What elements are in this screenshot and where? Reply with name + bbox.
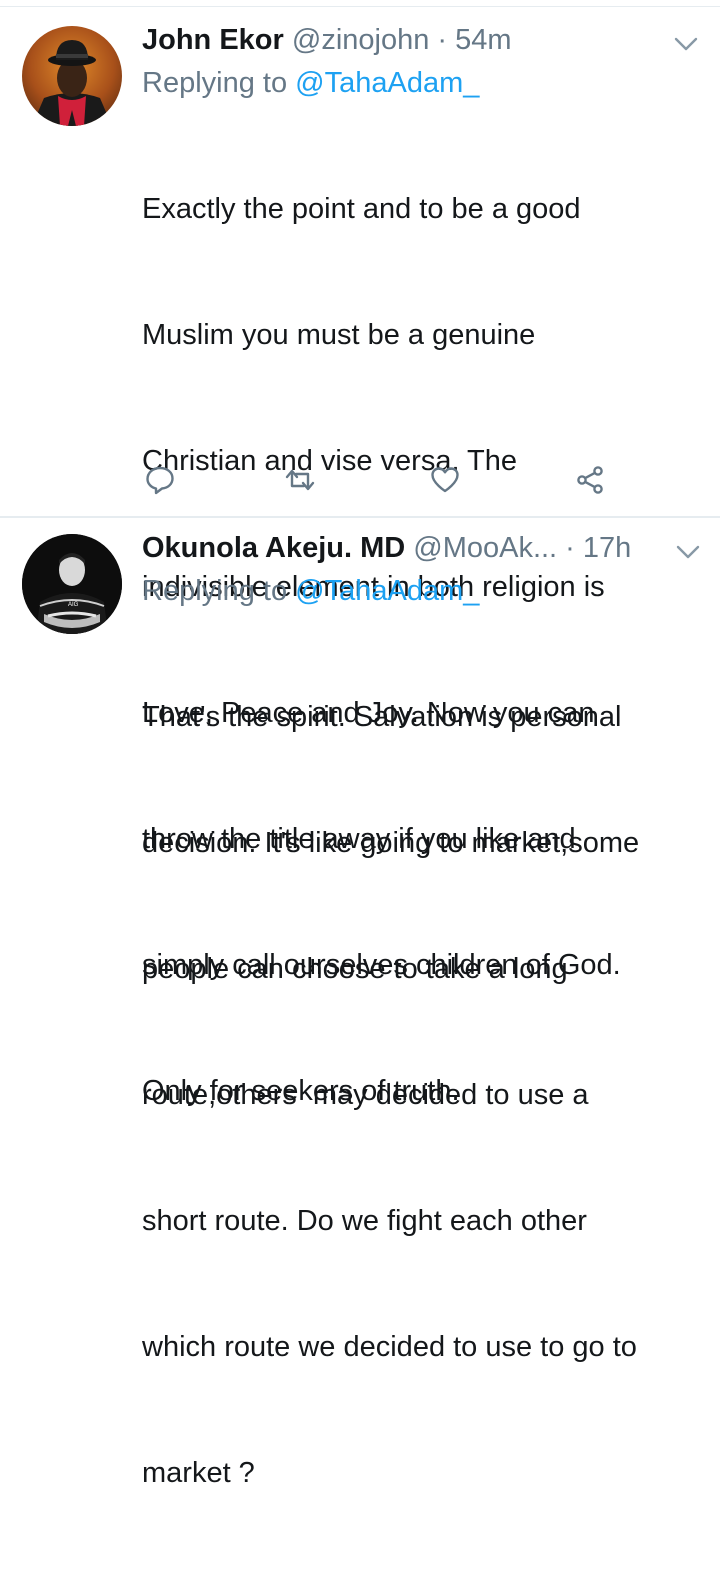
tweet-text: That's the spirit. Salvation is personal… <box>142 612 700 1578</box>
like-button[interactable] <box>427 462 463 498</box>
text-line: That's the spirit. Salvation is personal <box>142 701 622 733</box>
mention-link[interactable]: @TahaAdam_ <box>295 575 479 607</box>
text-line: decision. It's like going to market,some <box>142 827 640 859</box>
share-button[interactable] <box>572 462 608 498</box>
reply-icon <box>146 466 174 495</box>
avatar-image <box>22 26 122 126</box>
text-line: route,others may decided to use a <box>142 1079 589 1111</box>
text-line: which route we decided to use to go to <box>142 1331 637 1363</box>
text-line: Exactly the point and to be a good <box>142 193 581 225</box>
tweet[interactable]: AIG Okunola Akeju. MD @MooAk... · 17h Re… <box>0 518 720 1489</box>
tweet-header: Okunola Akeju. MD @MooAk... · 17h <box>142 526 700 570</box>
handle[interactable]: @MooAk... <box>413 532 557 564</box>
retweet-button[interactable] <box>282 462 318 498</box>
reply-button[interactable] <box>142 462 178 498</box>
separator: · <box>429 24 456 56</box>
chevron-down-icon[interactable] <box>672 30 700 58</box>
svg-text:AIG: AIG <box>68 602 79 608</box>
timestamp[interactable]: 17h <box>583 532 631 564</box>
handle[interactable]: @zinojohn <box>292 24 429 56</box>
timestamp[interactable]: 54m <box>455 24 511 56</box>
avatar[interactable]: AIG <box>22 534 122 634</box>
separator: · <box>557 532 583 564</box>
avatar-image: AIG <box>22 534 122 634</box>
replying-to: Replying to @TahaAdam_ <box>142 570 700 612</box>
text-line: people can choose to take a long <box>142 953 568 985</box>
retweet-icon <box>285 469 315 491</box>
text-line: market ? <box>142 1457 255 1489</box>
top-border <box>0 0 720 7</box>
display-name[interactable]: John Ekor <box>142 24 284 56</box>
tweet-actions <box>142 462 632 502</box>
display-name[interactable]: Okunola Akeju. MD <box>142 532 405 564</box>
replying-prefix: Replying to <box>142 67 296 99</box>
avatar[interactable] <box>22 26 122 126</box>
tweet[interactable]: John Ekor @zinojohn · 54m Replying to @T… <box>0 10 720 1107</box>
share-icon <box>577 466 603 494</box>
chevron-down-icon[interactable] <box>674 538 702 566</box>
mention-link[interactable]: @TahaAdam_ <box>295 67 479 99</box>
text-line: Muslim you must be a genuine <box>142 319 536 351</box>
tweet-header: John Ekor @zinojohn · 54m <box>142 18 700 62</box>
like-icon <box>431 467 459 493</box>
replying-to: Replying to @TahaAdam_ <box>142 62 700 104</box>
text-line: short route. Do we fight each other <box>142 1205 587 1237</box>
replying-prefix: Replying to <box>142 575 296 607</box>
